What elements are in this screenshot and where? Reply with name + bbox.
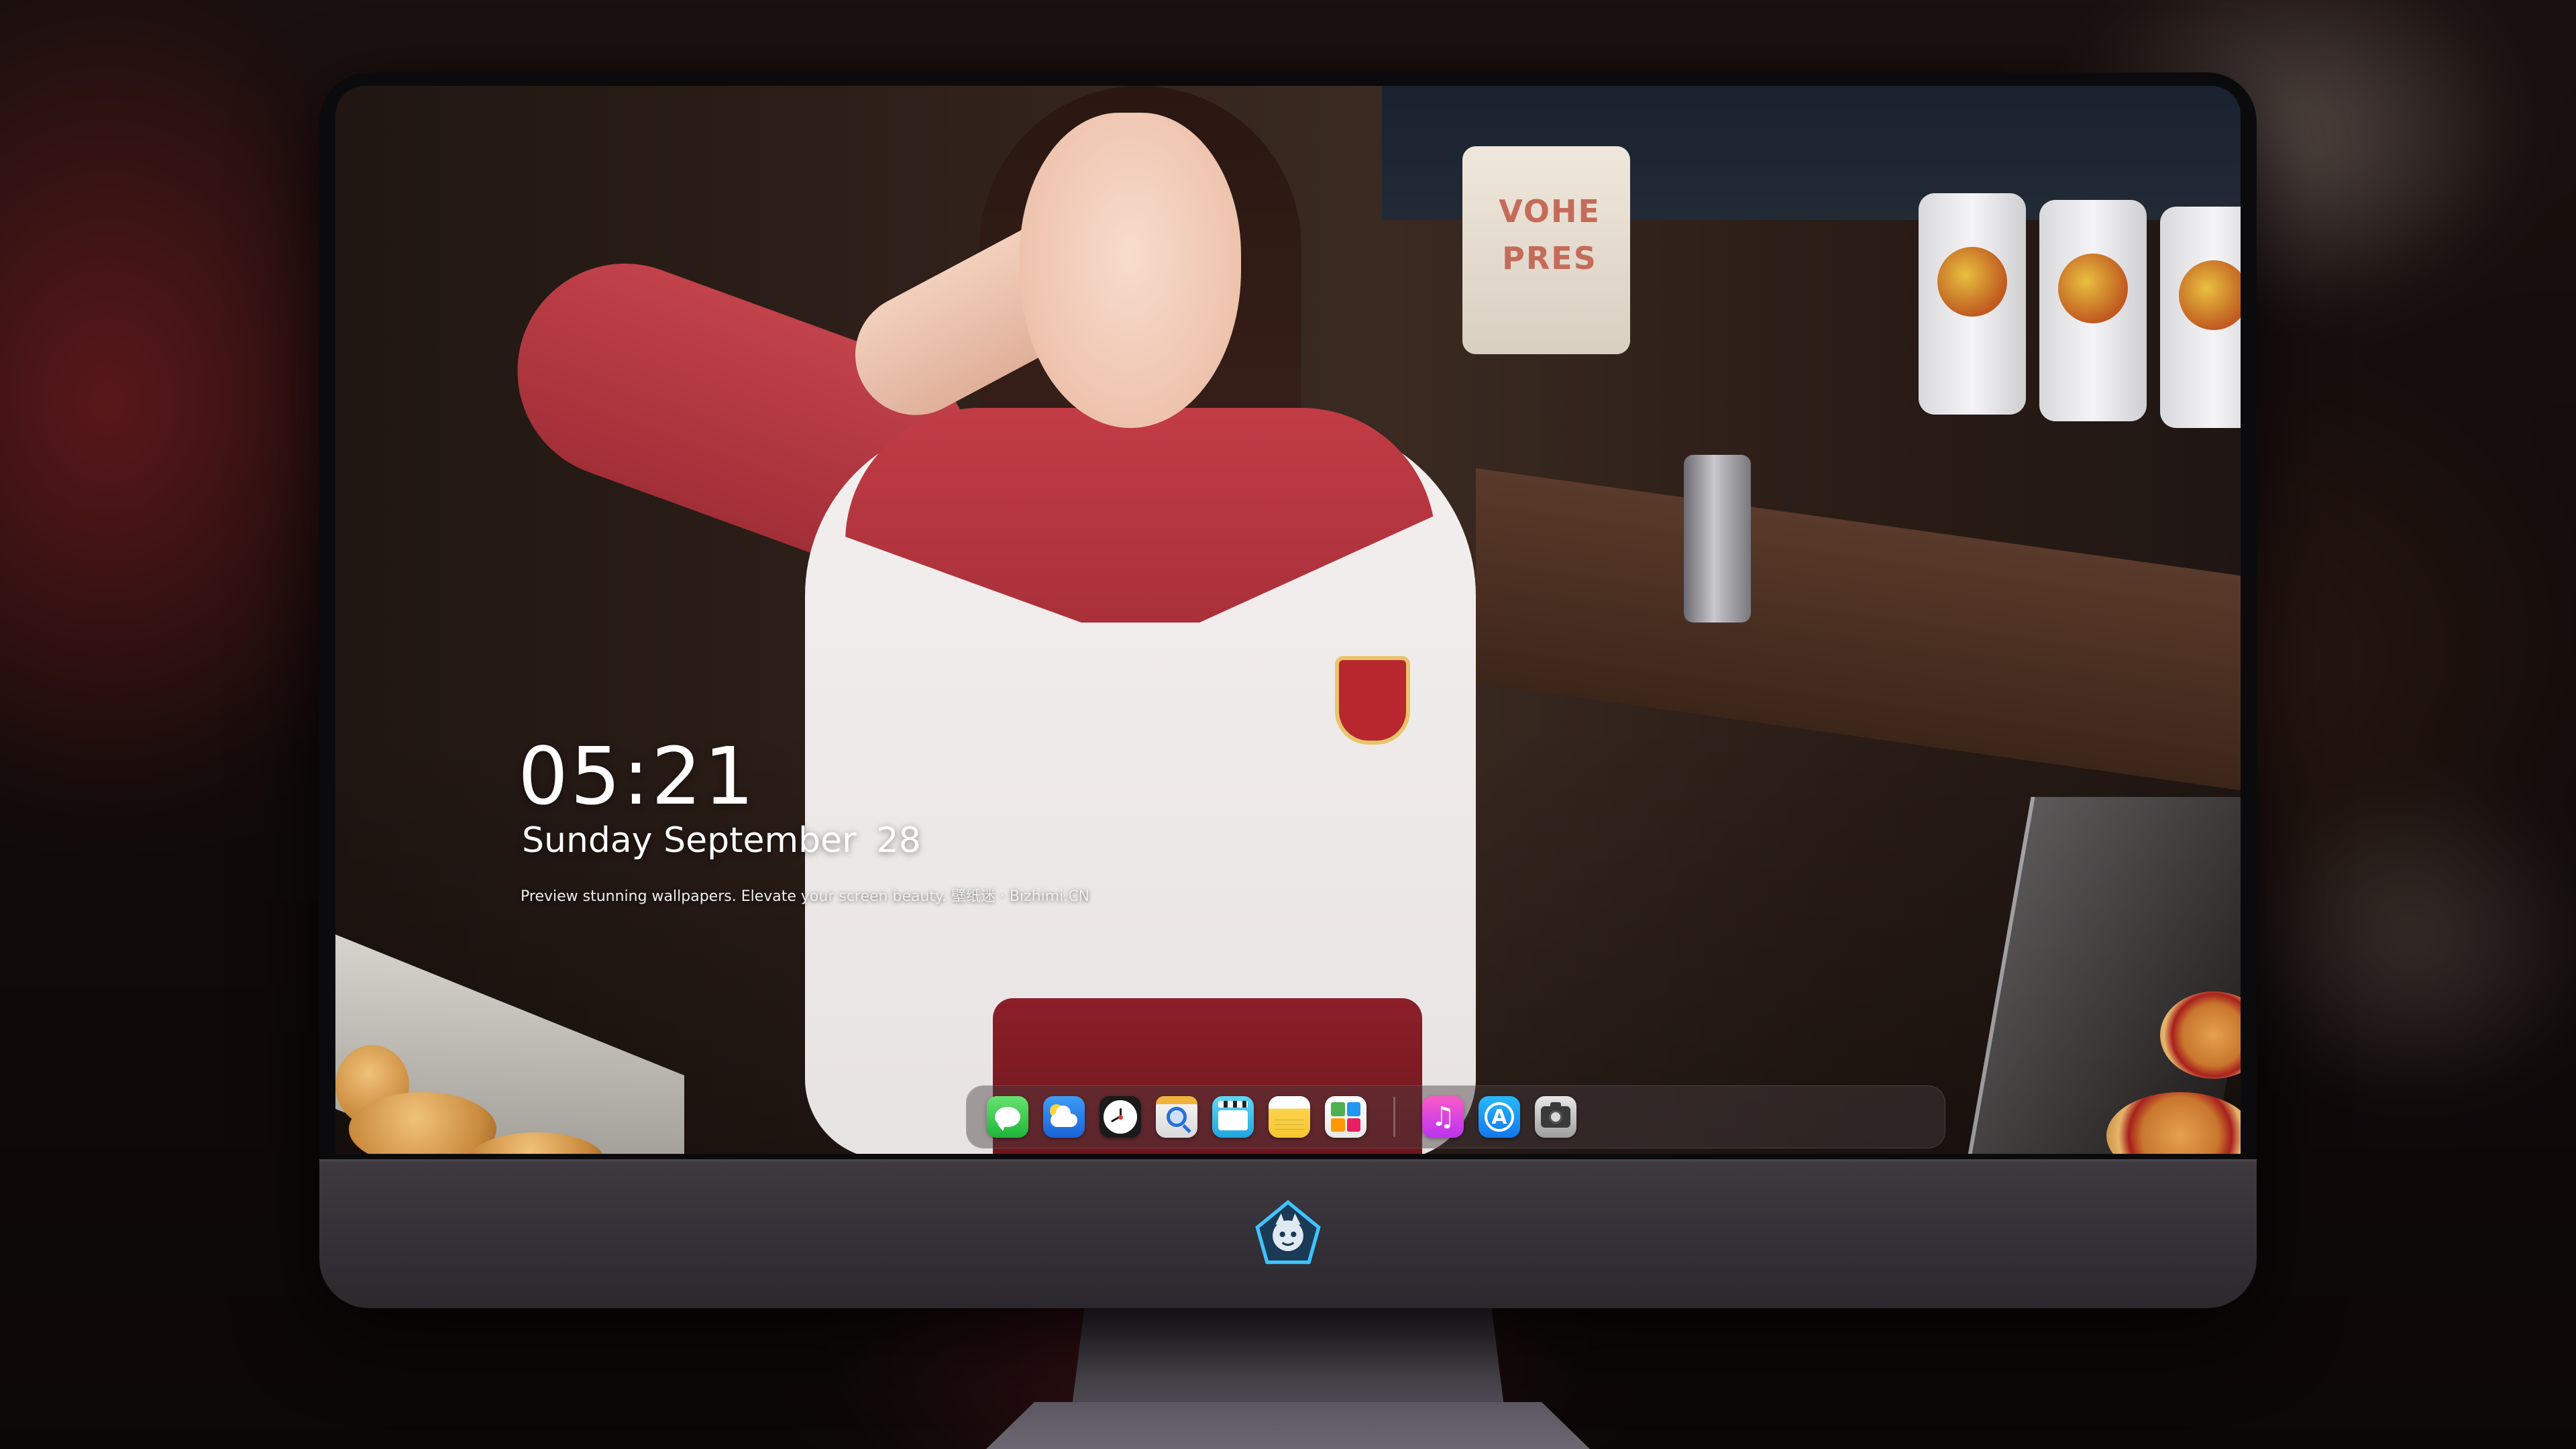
music-icon[interactable]: ♫ <box>1422 1096 1464 1138</box>
preview-icon[interactable] <box>1156 1096 1197 1138</box>
video-icon[interactable] <box>1212 1096 1254 1138</box>
wallpaper-dispenser <box>2039 200 2147 421</box>
brand-logo-icon <box>1255 1199 1321 1265</box>
app-store-icon[interactable]: A <box>1479 1096 1520 1138</box>
lockscreen-weekday-month: Sunday September <box>522 820 857 861</box>
wallpaper-figure-badge <box>1335 656 1410 745</box>
wallpaper-dispenser <box>2160 207 2241 428</box>
lockscreen-tagline: Preview stunning wallpapers. Elevate you… <box>521 888 1090 905</box>
wallpaper-dispenser <box>1919 193 2026 415</box>
photos-icon[interactable] <box>1325 1096 1366 1138</box>
lockscreen-day: 28 <box>876 820 921 861</box>
weather-icon[interactable] <box>1043 1096 1085 1138</box>
wallpaper-sign-line1: VOHE <box>1499 193 1601 229</box>
monitor-stand-base <box>986 1402 1590 1449</box>
monitor-screen[interactable]: VOHE PRES 05:21 Sunday September 28 Previ… <box>335 86 2241 1154</box>
lockscreen-date: Sunday September 28 <box>522 820 921 861</box>
desktop-stage: VOHE PRES 05:21 Sunday September 28 Previ… <box>0 0 2576 1449</box>
dock-separator <box>1393 1097 1395 1137</box>
wallpaper-cup <box>1684 455 1751 623</box>
wallpaper-sign-line2: PRES <box>1502 240 1597 276</box>
notes-icon[interactable] <box>1269 1096 1310 1138</box>
wallpaper-sign: VOHE PRES <box>1462 146 1630 354</box>
clock-icon[interactable] <box>1099 1096 1141 1138</box>
camera-icon[interactable] <box>1535 1096 1576 1138</box>
wallpaper-figure-face <box>1020 113 1241 428</box>
lockscreen-time: 05:21 <box>518 730 757 822</box>
dock: ♫ A <box>966 1085 1945 1148</box>
messages-icon[interactable] <box>987 1096 1028 1138</box>
